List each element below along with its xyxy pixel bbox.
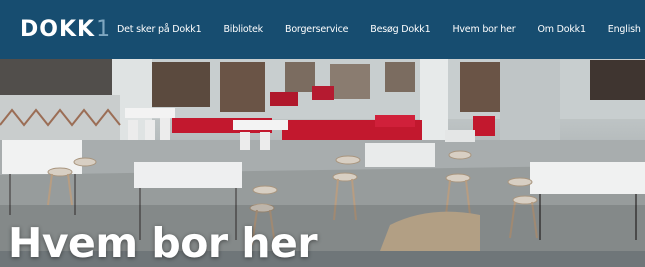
logo-text: DOKK [20, 16, 96, 42]
nav-item-hvem-bor-her[interactable]: Hvem bor her [452, 24, 515, 35]
nav-item-english[interactable]: English [608, 24, 641, 35]
nav-item-besog-dokk1[interactable]: Besøg Dokk1 [370, 24, 430, 35]
main-menu: Det sker på Dokk1 Bibliotek Borgerservic… [117, 0, 641, 59]
nav-item-det-sker[interactable]: Det sker på Dokk1 [117, 24, 202, 35]
logo-number: 1 [96, 16, 112, 42]
page-title: Hvem bor her [8, 219, 318, 267]
nav-item-om-dokk1[interactable]: Om Dokk1 [537, 24, 586, 35]
top-navigation-bar: DOKK 1 Det sker på Dokk1 Bibliotek Borger… [0, 0, 645, 59]
nav-item-borgerservice[interactable]: Borgerservice [285, 24, 348, 35]
nav-item-bibliotek[interactable]: Bibliotek [223, 24, 263, 35]
dokk1-logo[interactable]: DOKK 1 [20, 14, 111, 44]
